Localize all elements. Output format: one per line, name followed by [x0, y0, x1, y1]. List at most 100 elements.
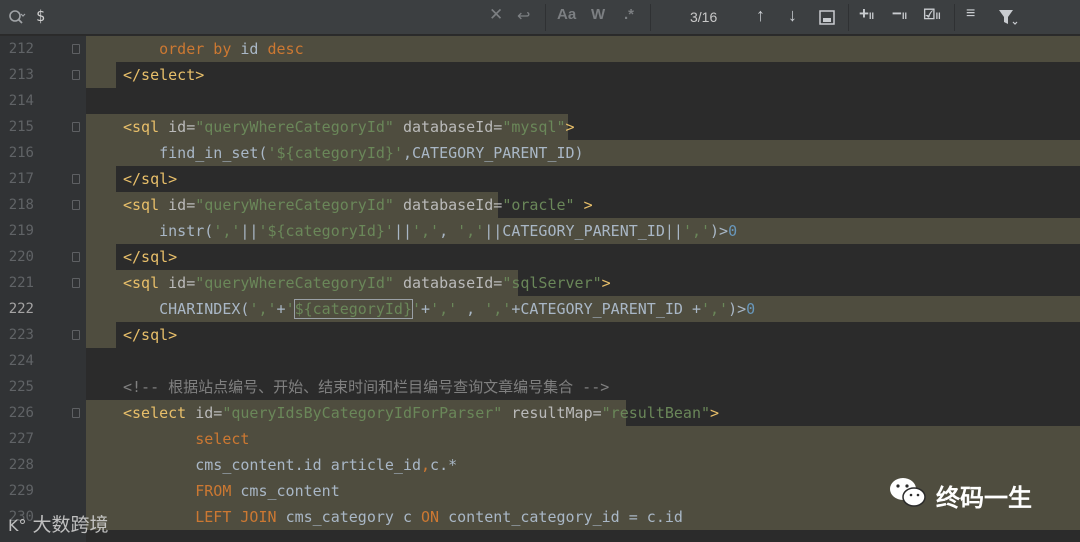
add-occurrence-icon[interactable]: +II — [859, 4, 874, 24]
code-line[interactable]: select — [86, 426, 1080, 452]
clear-search-icon[interactable]: ✕ — [489, 5, 503, 25]
fold-marker-icon[interactable] — [72, 252, 80, 262]
code-token: > — [710, 404, 720, 422]
select-all-matches-icon[interactable]: ☑II — [923, 6, 941, 23]
fold-marker-icon[interactable] — [72, 174, 80, 184]
code-token: > — [565, 118, 575, 136]
regex-toggle[interactable]: .* — [624, 6, 634, 23]
code-token: id= — [168, 274, 196, 292]
code-token: <sql — [123, 196, 169, 214]
code-token: LEFT JOIN — [123, 508, 286, 526]
code-line[interactable] — [86, 88, 1080, 114]
code-token: ',' — [249, 300, 277, 318]
words-toggle[interactable]: W — [591, 6, 605, 23]
code-token: 0 — [746, 300, 756, 318]
code-line[interactable]: </sql> — [86, 322, 1080, 348]
code-token: databaseId= — [393, 196, 503, 214]
code-token: > — [574, 196, 593, 214]
code-line[interactable]: <sql id="queryWhereCategoryId" databaseI… — [86, 270, 1080, 296]
code-token: databaseId= — [393, 118, 503, 136]
code-token: content_category_id = c.id — [448, 508, 683, 526]
code-line[interactable]: find_in_set('${categoryId}',CATEGORY_PAR… — [86, 140, 1080, 166]
code-token: "mysql" — [502, 118, 566, 136]
code-line[interactable]: </sql> — [86, 244, 1080, 270]
divider — [650, 4, 651, 31]
code-token: "resultBean" — [601, 404, 711, 422]
code-line[interactable]: <!-- 根据站点编号、开始、结束时间和栏目编号查询文章编号集合 --> — [86, 374, 1080, 400]
match-highlight — [86, 322, 116, 348]
code-editor[interactable]: order by id desc </select> <sql id="queryW… — [86, 36, 1080, 542]
code-line[interactable]: </select> — [86, 62, 1080, 88]
match-case-toggle[interactable]: Aa — [557, 6, 576, 23]
code-text: cms_content.id article_id,c.* — [123, 452, 457, 478]
code-text: </sql> — [123, 166, 177, 192]
next-occurrence-icon[interactable]: ↓ — [788, 5, 797, 26]
line-number: 215 — [8, 119, 34, 135]
code-token: </select> — [123, 66, 205, 84]
code-token: select — [123, 430, 250, 448]
select-all-occurrences-icon[interactable] — [819, 10, 837, 26]
code-token: FROM — [123, 482, 241, 500]
code-token: ' — [267, 144, 277, 162]
code-line[interactable]: cms_content.id article_id,c.* — [86, 452, 1080, 478]
code-token: <!-- 根据站点编号、开始、结束时间和栏目编号查询文章编号集合 --> — [123, 378, 610, 396]
match-count: 3/16 — [690, 9, 718, 25]
line-number: 229 — [8, 483, 34, 499]
code-token: ${categoryId} — [267, 222, 385, 240]
line-number: 218 — [8, 197, 34, 213]
code-line[interactable]: order by id desc — [86, 36, 1080, 62]
filter-options-icon[interactable]: ≡ — [966, 5, 975, 23]
match-highlight — [86, 166, 116, 192]
line-number: 217 — [8, 171, 34, 187]
previous-occurrence-icon[interactable]: ↑ — [756, 5, 765, 26]
code-token: ON — [421, 508, 449, 526]
divider — [545, 4, 546, 31]
code-token: "queryWhereCategoryId" — [195, 196, 394, 214]
code-token: ',' — [484, 300, 512, 318]
line-number: 226 — [8, 405, 34, 421]
fold-marker-icon[interactable] — [72, 70, 80, 80]
filter-icon[interactable] — [998, 9, 1018, 27]
fold-marker-icon[interactable] — [72, 278, 80, 288]
code-token: , — [421, 456, 431, 474]
code-token: ${categoryId} — [293, 299, 414, 319]
line-number: 214 — [8, 93, 34, 109]
code-token: ',' — [213, 222, 241, 240]
code-line[interactable]: <sql id="queryWhereCategoryId" databaseI… — [86, 192, 1080, 218]
code-text: </sql> — [123, 244, 177, 270]
line-number: 216 — [8, 145, 34, 161]
code-line[interactable]: <select id="queryIdsByCategoryIdForParse… — [86, 400, 1080, 426]
fold-marker-icon[interactable] — [72, 122, 80, 132]
fold-marker-icon[interactable] — [72, 200, 80, 210]
code-line[interactable]: instr(','||'${categoryId}'||',', ','||CA… — [86, 218, 1080, 244]
search-input[interactable]: $ — [36, 7, 45, 25]
code-token: ',' — [682, 222, 711, 240]
new-line-icon[interactable]: ↩ — [517, 6, 530, 26]
remove-occurrence-icon[interactable]: −II — [892, 4, 907, 24]
divider — [954, 4, 955, 31]
code-token: ' — [384, 222, 394, 240]
code-token: , — [457, 300, 485, 318]
code-token: ' — [285, 300, 295, 318]
code-token: <sql — [123, 274, 169, 292]
code-line[interactable] — [86, 348, 1080, 374]
fold-marker-icon[interactable] — [72, 330, 80, 340]
code-token: order by — [123, 40, 241, 58]
code-token: id — [240, 40, 268, 58]
search-field[interactable]: $ — [0, 0, 545, 35]
fold-marker-icon[interactable] — [72, 408, 80, 418]
code-line[interactable]: CHARINDEX(','+'${categoryId}'+',' , ','+… — [86, 296, 1080, 322]
code-text: order by id desc — [123, 36, 304, 62]
line-number: 225 — [8, 379, 34, 395]
code-token: ' — [412, 300, 422, 318]
code-token: )> — [728, 300, 747, 318]
watermark-right-text: 终码一生 — [936, 484, 1032, 512]
code-line[interactable]: </sql> — [86, 166, 1080, 192]
line-number: 213 — [8, 67, 34, 83]
line-number: 223 — [8, 327, 34, 343]
code-line[interactable]: <sql id="queryWhereCategoryId" databaseI… — [86, 114, 1080, 140]
code-text: </select> — [123, 62, 204, 88]
fold-marker-icon[interactable] — [72, 44, 80, 54]
code-token: ${categoryId} — [276, 144, 394, 162]
search-icon[interactable] — [8, 9, 26, 27]
